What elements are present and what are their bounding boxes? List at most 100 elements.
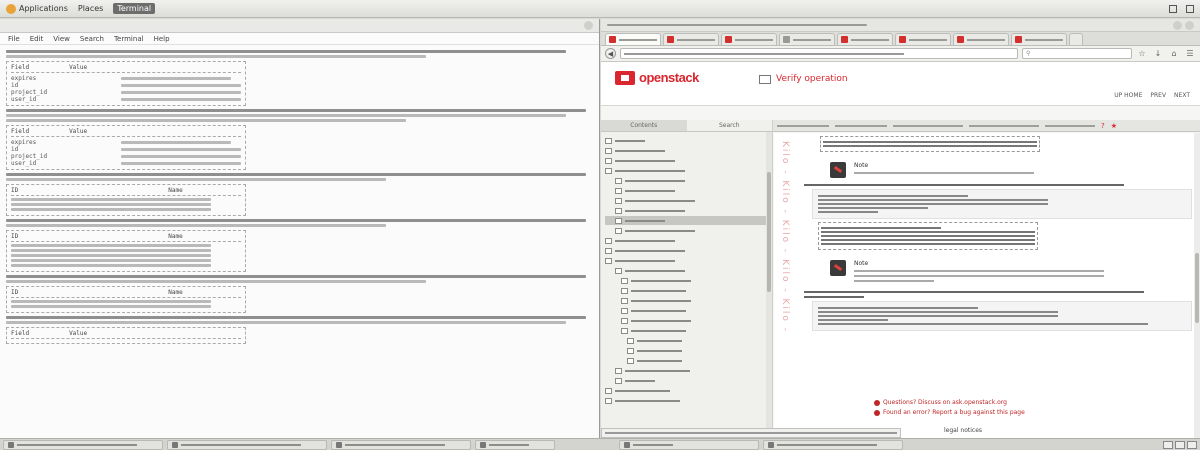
toc-item[interactable]: [605, 146, 772, 155]
browser-titlebar[interactable]: [601, 19, 1200, 32]
id-header: ID: [11, 233, 19, 240]
home-icon[interactable]: ⌂: [1168, 49, 1180, 58]
search-input[interactable]: ⚲: [1022, 48, 1132, 59]
menu-help[interactable]: Help: [154, 35, 170, 43]
browser-tab[interactable]: [953, 33, 1009, 45]
book-icon: [615, 227, 622, 234]
toc-item[interactable]: [605, 196, 772, 205]
menu-view[interactable]: View: [53, 35, 70, 43]
step-text: [804, 291, 1192, 298]
browser-tab[interactable]: [1011, 33, 1067, 45]
foot-icon: [6, 3, 16, 14]
toc-item[interactable]: [605, 186, 772, 195]
openstack-logo[interactable]: openstack: [615, 70, 699, 85]
report-bug-icon[interactable]: ?: [1101, 122, 1105, 130]
close-icon[interactable]: [584, 21, 593, 30]
tab-search[interactable]: Search: [687, 120, 773, 131]
active-app-label: Terminal: [117, 4, 152, 13]
bookmark-page-icon[interactable]: ★: [1111, 122, 1117, 130]
toc-item[interactable]: [605, 326, 772, 335]
new-tab-button[interactable]: [1069, 33, 1083, 45]
places-menu[interactable]: Places: [78, 4, 103, 13]
pager: UP HOME PREV NEXT: [1114, 92, 1190, 99]
taskbar-item[interactable]: [167, 439, 327, 450]
taskbar-item[interactable]: [619, 439, 759, 450]
book-icon: [605, 397, 612, 404]
content-scrollbar[interactable]: [1194, 133, 1200, 438]
feedback-links: Questions? Discuss on ask.openstack.org …: [874, 399, 1025, 416]
terminal-output[interactable]: Field Value expires id project_id user_id…: [0, 45, 599, 350]
toc-item[interactable]: [605, 236, 772, 245]
tab-contents[interactable]: Contents: [601, 120, 687, 131]
report-bug-link[interactable]: Found an error? Report a bug against thi…: [874, 409, 1025, 416]
workspace-switcher[interactable]: [1163, 440, 1197, 449]
questions-link[interactable]: Questions? Discuss on ask.openstack.org: [874, 399, 1025, 406]
browser-tab[interactable]: [605, 33, 661, 45]
download-icon[interactable]: ↓: [1152, 49, 1164, 58]
toc-item[interactable]: [605, 286, 772, 295]
book-icon: [615, 177, 622, 184]
menu-terminal[interactable]: Terminal: [114, 35, 144, 43]
toc-item[interactable]: [605, 256, 772, 265]
toc-item[interactable]: [605, 176, 772, 185]
toc-item[interactable]: [605, 136, 772, 145]
up-home-link[interactable]: UP HOME: [1114, 92, 1142, 99]
field-name: expires: [11, 139, 37, 146]
book-icon: [627, 337, 634, 344]
code-block[interactable]: [812, 189, 1192, 219]
note-title: Note: [854, 162, 869, 169]
sidebar-scrollbar[interactable]: [766, 132, 772, 432]
book-icon: [605, 237, 612, 244]
toc-item[interactable]: [605, 386, 772, 395]
close-icon[interactable]: [1185, 20, 1194, 30]
toc-item[interactable]: [605, 266, 772, 275]
toc-item[interactable]: [605, 226, 772, 235]
volume-icon[interactable]: [1186, 4, 1194, 13]
menu-edit[interactable]: Edit: [30, 35, 44, 43]
taskbar-item[interactable]: [3, 439, 163, 450]
menu-file[interactable]: File: [8, 35, 20, 43]
back-icon[interactable]: ◀: [605, 48, 616, 59]
prev-link[interactable]: PREV: [1150, 92, 1166, 99]
taskbar-item[interactable]: [763, 439, 903, 450]
browser-tab[interactable]: [837, 33, 893, 45]
toc-item[interactable]: [605, 366, 772, 375]
browser-tab[interactable]: [895, 33, 951, 45]
active-app-menu[interactable]: Terminal: [113, 3, 156, 14]
menu-search[interactable]: Search: [80, 35, 104, 43]
value-header: Value: [69, 330, 88, 337]
id-header: ID: [11, 187, 19, 194]
openstack-favicon-icon: [725, 36, 732, 43]
toc-item-selected[interactable]: [605, 216, 772, 225]
toc-item[interactable]: [605, 306, 772, 315]
network-icon[interactable]: [1169, 4, 1177, 13]
browser-tab[interactable]: [721, 33, 777, 45]
token-table: Field Value expires id project_id user_id: [6, 61, 246, 106]
legal-notices-link[interactable]: legal notices: [944, 427, 982, 434]
terminal-titlebar[interactable]: [0, 19, 599, 33]
toc-item[interactable]: [605, 346, 772, 355]
toc-item[interactable]: [605, 376, 772, 385]
toc-item[interactable]: [605, 356, 772, 365]
taskbar-item[interactable]: [331, 439, 471, 450]
toc-item[interactable]: [605, 276, 772, 285]
toc-item[interactable]: [605, 316, 772, 325]
applications-menu[interactable]: Applications: [6, 3, 68, 14]
taskbar-item[interactable]: [475, 439, 555, 450]
toc-item[interactable]: [605, 246, 772, 255]
bookmark-icon[interactable]: ☆: [1136, 49, 1148, 58]
minimize-icon[interactable]: [1173, 20, 1182, 30]
menu-icon[interactable]: ☰: [1184, 49, 1196, 58]
toc-item[interactable]: [605, 336, 772, 345]
url-bar[interactable]: [620, 48, 1018, 59]
browser-tab[interactable]: [663, 33, 719, 45]
browser-tab[interactable]: [779, 33, 835, 45]
toc-item[interactable]: [605, 206, 772, 215]
toc-item[interactable]: [605, 156, 772, 165]
next-link[interactable]: NEXT: [1174, 92, 1190, 99]
toc-item[interactable]: [605, 296, 772, 305]
toc-item[interactable]: [605, 166, 772, 175]
doc-title-link[interactable]: Verify operation: [759, 74, 848, 84]
code-block[interactable]: [812, 301, 1192, 331]
toc-item[interactable]: [605, 396, 772, 405]
